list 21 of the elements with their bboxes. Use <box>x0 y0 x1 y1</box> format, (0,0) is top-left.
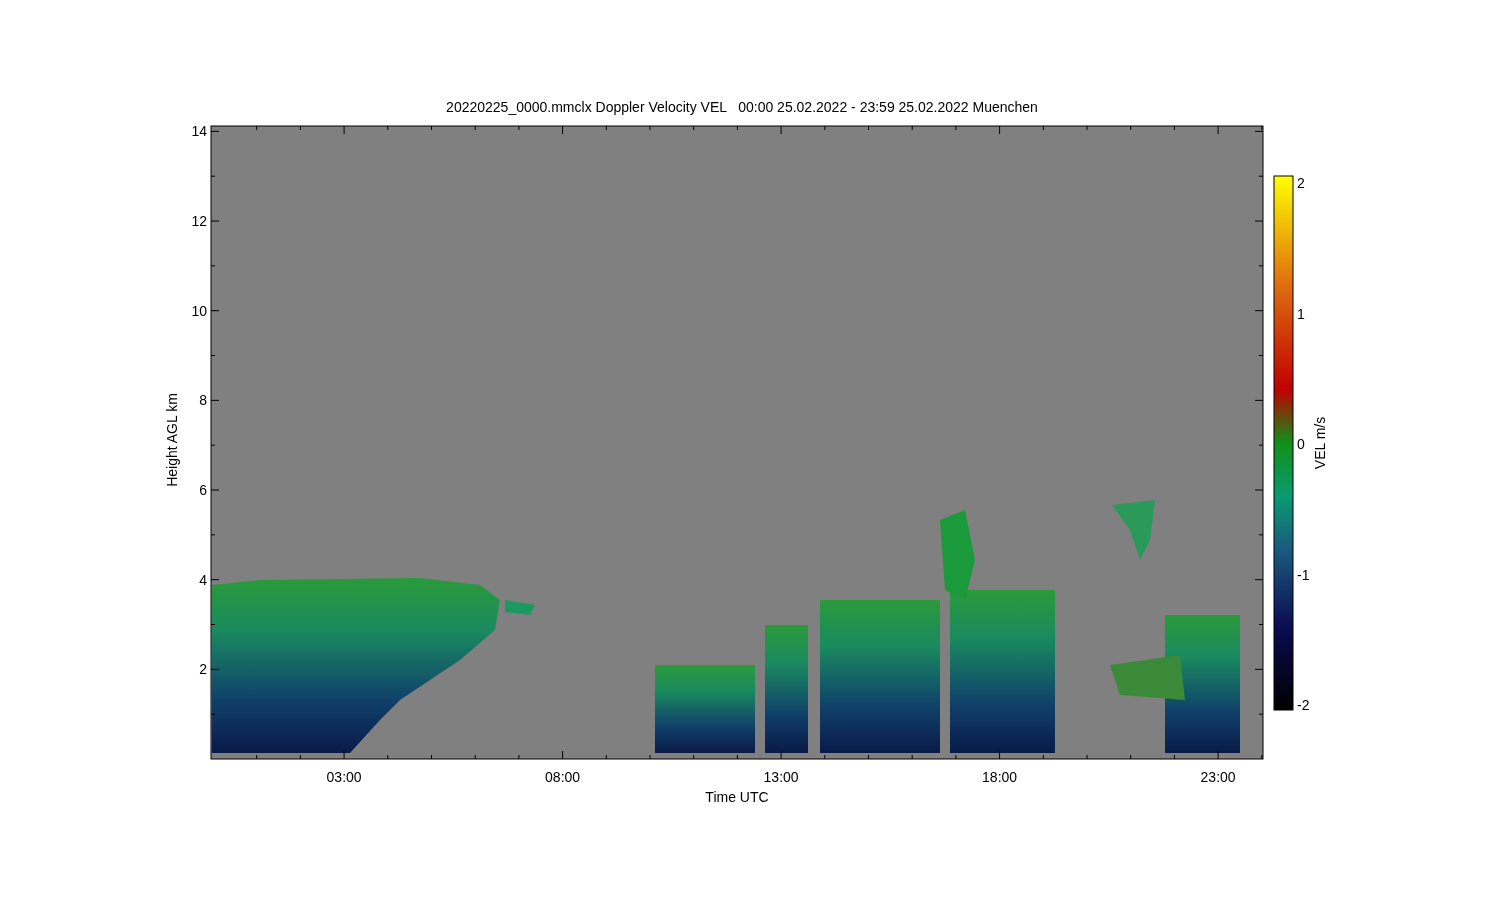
x-tick-label: 08:00 <box>545 769 581 785</box>
colorbar-tick-label: -2 <box>1297 697 1310 713</box>
x-tick-label: 23:00 <box>1200 769 1236 785</box>
colorbar-tick-label: 2 <box>1297 175 1305 191</box>
colorbar-tick-label: 0 <box>1297 436 1305 452</box>
y-tick-label: 2 <box>199 661 207 678</box>
plot-title: 20220225_0000.mmclx Doppler Velocity VEL 00:00 25.02.2022 - 23:59 25.02.2022 Muenchen <box>446 99 1038 115</box>
colorbar-label: VEL m/s <box>1312 416 1328 470</box>
colorbar-tick-label: 1 <box>1297 305 1305 322</box>
colorbar-tick-label: -1 <box>1297 566 1310 583</box>
y-tick-label: 4 <box>199 571 207 588</box>
y-tick-label: 10 <box>191 302 207 319</box>
x-tick-label: 03:00 <box>326 769 362 785</box>
y-tick-label: 12 <box>191 213 207 230</box>
x-tick-label: 13:00 <box>763 769 799 785</box>
y-tick-label: 8 <box>199 392 207 409</box>
y-tick-label: 14 <box>191 123 207 140</box>
y-axis-label: Height AGL km <box>164 393 180 487</box>
y-tick-label: 6 <box>199 482 207 498</box>
x-axis-label: Time UTC <box>705 789 769 805</box>
x-tick-label: 18:00 <box>982 769 1018 785</box>
